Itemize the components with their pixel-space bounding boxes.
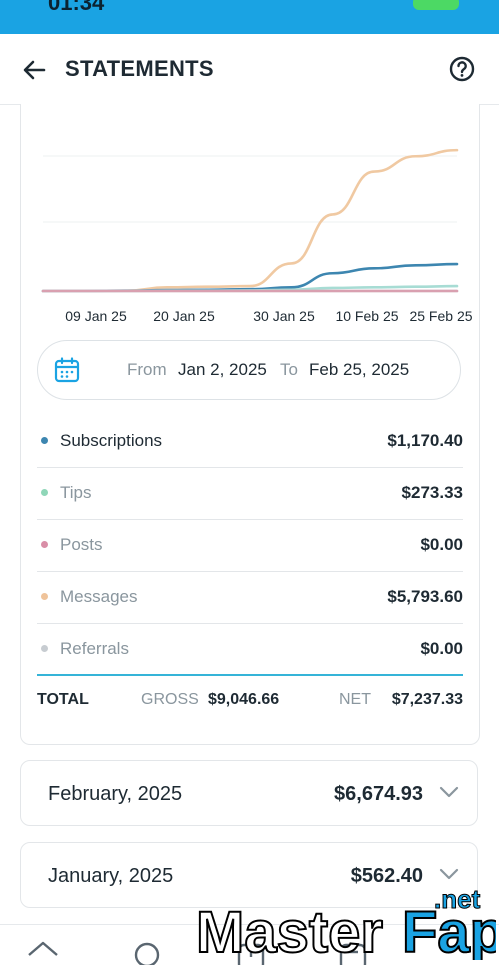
net-label: NET: [339, 691, 371, 708]
category-list: Subscriptions $1,170.40 Tips $273.33 Pos…: [37, 416, 463, 676]
category-value: $0.00: [420, 639, 463, 658]
category-dot: [41, 489, 48, 496]
total-row: TOTAL GROSS $9,046.66 NET $7,237.33: [37, 689, 463, 719]
calendar-icon: [54, 357, 80, 383]
month-name: February, 2025: [48, 783, 183, 805]
battery-icon: [413, 0, 459, 10]
category-dot: [41, 645, 48, 652]
chart-x-tick-label: 20 Jan 25: [153, 308, 215, 324]
page-title: STATEMENTS: [65, 56, 214, 81]
search-icon[interactable]: [130, 935, 164, 965]
chart-x-tick-label: 30 Jan 25: [253, 308, 315, 324]
to-date: Feb 25, 2025: [309, 360, 410, 379]
watermark-text-master: Master: [196, 900, 383, 960]
category-name: Tips: [60, 483, 92, 502]
month-value: $6,674.93: [334, 783, 423, 805]
category-name: Messages: [60, 587, 138, 606]
statement-card: 09 Jan 25 20 Jan 25 30 Jan 25 10 Feb 25 25 F…: [20, 104, 480, 745]
help-icon[interactable]: [447, 54, 477, 84]
category-value: $273.33: [401, 483, 463, 502]
status-time: 01:34: [48, 0, 105, 15]
category-name: Referrals: [60, 639, 129, 658]
category-row-messages[interactable]: Messages $5,793.60: [37, 572, 463, 624]
month-name: January, 2025: [48, 865, 174, 887]
net-value: $7,237.33: [391, 691, 463, 708]
chart-series-messages: [41, 148, 459, 293]
back-arrow-icon[interactable]: [18, 54, 50, 86]
gross-value: $9,046.66: [208, 691, 280, 708]
from-label: From: [127, 360, 167, 379]
watermark-suffix: .net: [434, 884, 481, 914]
status-bar: 01:34: [0, 0, 499, 34]
category-dot: [41, 437, 48, 444]
home-icon[interactable]: [26, 935, 60, 965]
from-date: Jan 2, 2025: [178, 360, 267, 379]
month-row-february[interactable]: February, 2025 $6,674.93: [20, 760, 478, 826]
category-value: $5,793.60: [387, 587, 463, 606]
category-value: $1,170.40: [387, 431, 463, 450]
category-row-posts[interactable]: Posts $0.00: [37, 520, 463, 572]
category-dot: [41, 593, 48, 600]
chevron-down-icon: [439, 786, 459, 798]
chart-x-tick-label: 09 Jan 25: [65, 308, 127, 324]
category-value: $0.00: [420, 535, 463, 554]
category-row-subscriptions[interactable]: Subscriptions $1,170.40: [37, 416, 463, 468]
category-name: Subscriptions: [60, 431, 163, 450]
category-row-tips[interactable]: Tips $273.33: [37, 468, 463, 520]
earnings-chart: 09 Jan 25 20 Jan 25 30 Jan 25 10 Feb 25 25 F…: [41, 148, 473, 324]
category-dot: [41, 541, 48, 548]
chart-x-tick-label: 25 Feb 25: [409, 308, 472, 324]
gross-label: GROSS: [141, 691, 199, 708]
to-label: To: [280, 360, 298, 379]
chevron-down-icon: [439, 868, 459, 880]
total-label: TOTAL: [37, 691, 89, 708]
date-range-picker[interactable]: From Jan 2, 2025 To Feb 25, 2025: [37, 340, 461, 400]
app-header: STATEMENTS: [0, 34, 499, 105]
category-row-referrals[interactable]: Referrals $0.00: [37, 624, 463, 676]
chart-x-tick-label: 10 Feb 25: [335, 308, 398, 324]
category-name: Posts: [60, 535, 103, 554]
watermark: Master Fap .net: [196, 884, 496, 961]
